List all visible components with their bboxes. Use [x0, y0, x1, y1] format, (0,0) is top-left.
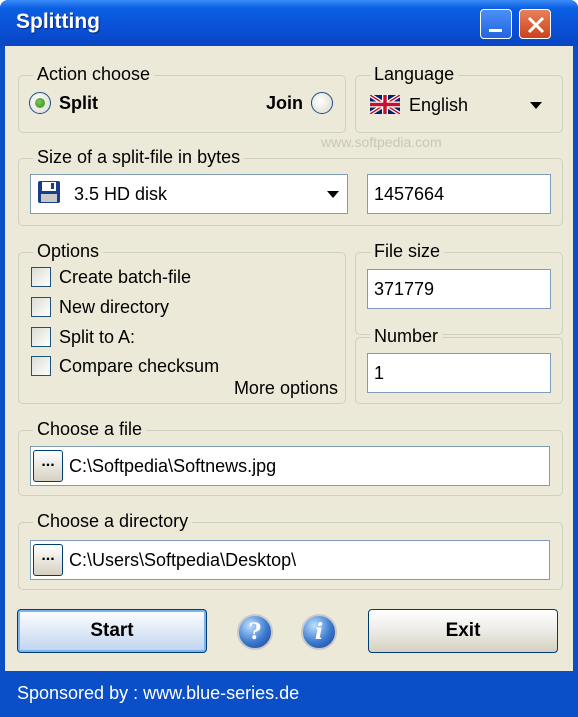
- checkbox[interactable]: [31, 356, 51, 376]
- choose-directory-group: Choose a directory ... C:\Users\Softpedia…: [18, 511, 563, 590]
- language-select[interactable]: English: [368, 88, 550, 122]
- number-group: Number 1: [355, 326, 563, 404]
- watermark-text: www.softpedia.com: [321, 134, 442, 150]
- action-group-label: Action choose: [33, 64, 155, 85]
- join-radio-row[interactable]: Join: [266, 92, 333, 114]
- number-label: Number: [370, 326, 443, 347]
- checkbox[interactable]: [31, 267, 51, 287]
- bytes-input[interactable]: 1457664: [367, 174, 551, 214]
- more-options-link[interactable]: More options: [234, 378, 338, 399]
- close-button[interactable]: [519, 9, 551, 39]
- language-group-label: Language: [370, 64, 459, 85]
- split-radio[interactable]: [29, 92, 51, 114]
- number-field[interactable]: 1: [367, 353, 551, 393]
- option-split-to-a[interactable]: Split to A:: [31, 324, 135, 350]
- client-area: Action choose Split Join Language Englis…: [5, 46, 573, 671]
- uk-flag-icon: [368, 91, 402, 116]
- file-size-field[interactable]: 371779: [367, 269, 551, 309]
- checkbox[interactable]: [31, 327, 51, 347]
- option-new-directory[interactable]: New directory: [31, 294, 169, 320]
- choose-file-group: Choose a file ... C:\Softpedia\Softnews.j…: [18, 419, 563, 496]
- browse-directory-button[interactable]: ...: [33, 544, 63, 576]
- option-label[interactable]: Create batch-file: [59, 267, 191, 288]
- option-compare-checksum[interactable]: Compare checksum: [31, 353, 219, 379]
- directory-path-value: C:\Users\Softpedia\Desktop\: [69, 550, 297, 570]
- browse-file-button[interactable]: ...: [33, 450, 63, 482]
- split-radio-row[interactable]: Split: [29, 92, 98, 114]
- sponsor-footer[interactable]: Sponsored by : www.blue-series.de: [0, 671, 578, 717]
- minimize-button[interactable]: [480, 9, 512, 39]
- close-icon: [527, 16, 545, 34]
- file-path-field[interactable]: ... C:\Softpedia\Softnews.jpg: [30, 446, 550, 486]
- language-group: Language English: [355, 64, 563, 133]
- options-group: Options Create batch-file New directory …: [18, 241, 346, 404]
- choose-directory-label: Choose a directory: [33, 511, 193, 532]
- option-label[interactable]: Split to A:: [59, 327, 135, 348]
- window-title: Splitting: [16, 10, 100, 33]
- options-group-label: Options: [33, 241, 104, 262]
- size-group-label: Size of a split-file in bytes: [33, 147, 245, 168]
- size-preset-value: 3.5 HD disk: [74, 184, 168, 204]
- info-icon[interactable]: i: [301, 614, 337, 650]
- size-group: Size of a split-file in bytes 3.5 HD dis…: [18, 147, 563, 226]
- file-path-value: C:\Softpedia\Softnews.jpg: [69, 456, 277, 476]
- option-create-batch[interactable]: Create batch-file: [31, 264, 191, 290]
- exit-button[interactable]: Exit: [368, 609, 558, 653]
- join-radio[interactable]: [311, 92, 333, 114]
- size-preset-select[interactable]: 3.5 HD disk: [30, 174, 348, 214]
- checkbox[interactable]: [31, 297, 51, 317]
- title-bar[interactable]: Splitting: [0, 0, 578, 46]
- split-label[interactable]: Split: [59, 93, 98, 114]
- action-group: Action choose Split Join: [18, 64, 346, 133]
- file-size-group: File size 371779: [355, 241, 563, 335]
- help-icon[interactable]: ?: [237, 614, 273, 650]
- chevron-down-icon: [530, 102, 542, 109]
- join-label[interactable]: Join: [266, 93, 303, 114]
- file-size-label: File size: [370, 241, 445, 262]
- option-label[interactable]: New directory: [59, 297, 169, 318]
- floppy-disk-icon: [37, 179, 61, 203]
- chevron-down-icon: [327, 191, 339, 198]
- app-window: Splitting Action choose Split Join Langu…: [0, 0, 578, 717]
- option-label[interactable]: Compare checksum: [59, 356, 219, 377]
- choose-file-label: Choose a file: [33, 419, 147, 440]
- language-value: English: [409, 95, 469, 115]
- start-button[interactable]: Start: [17, 609, 207, 653]
- directory-path-field[interactable]: ... C:\Users\Softpedia\Desktop\: [30, 540, 550, 580]
